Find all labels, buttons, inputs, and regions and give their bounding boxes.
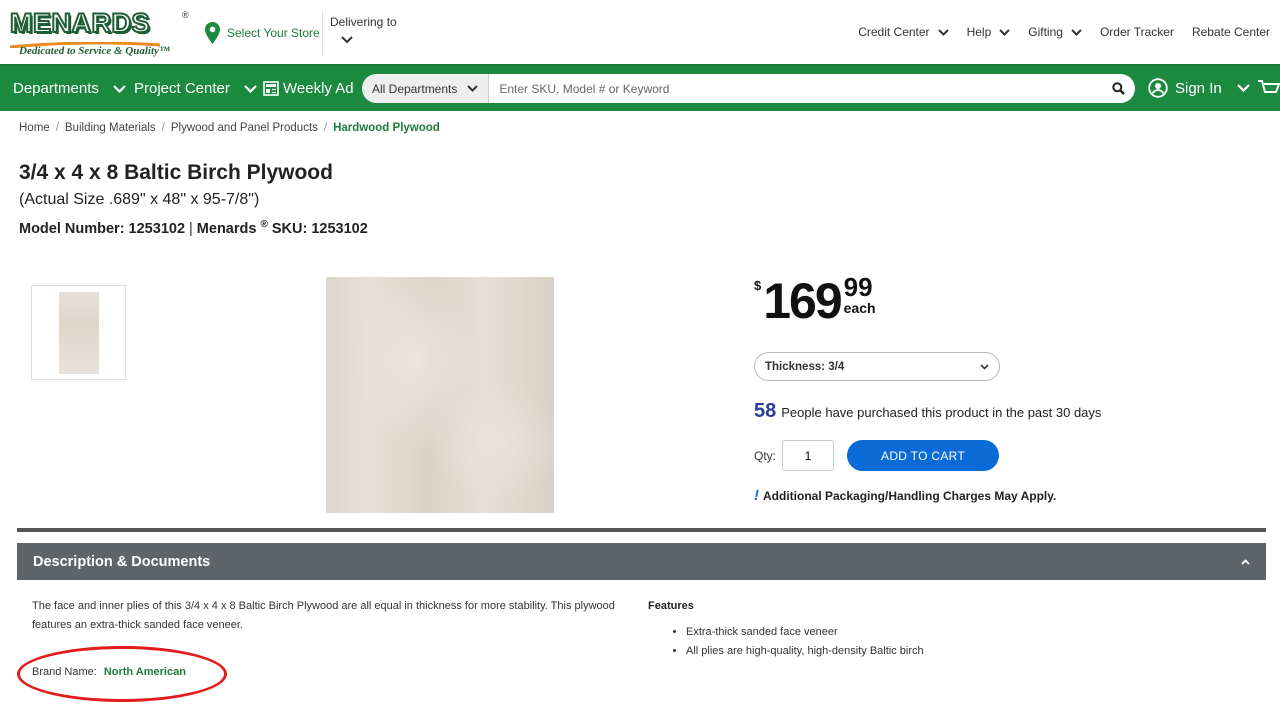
gifting-link[interactable]: Gifting [1028, 25, 1082, 39]
brand-value-link[interactable]: North American [104, 666, 186, 678]
price-currency: $ [754, 278, 762, 293]
alert-icon: ! [754, 487, 759, 504]
model-sku-line: Model Number: 1253102 | Menards ® SKU: 125… [19, 219, 368, 237]
menards-logo[interactable]: MENARDS ® Dedicated to Service & Quality… [9, 7, 189, 60]
logo-tagline: Dedicated to Service & Quality™ [19, 45, 170, 57]
search-department-select[interactable]: All Departments [362, 74, 490, 103]
price-unit: each [843, 300, 876, 316]
thumbnail-image [58, 291, 99, 374]
search-icon [1111, 82, 1125, 95]
project-center-menu[interactable]: Project Center [134, 80, 257, 97]
product-title: 3/4 x 4 x 8 Baltic Birch Plywood [19, 161, 333, 184]
section-divider [17, 528, 1266, 532]
rebate-center-link[interactable]: Rebate Center [1192, 25, 1270, 39]
logo-wordmark: MENARDS [9, 7, 151, 39]
product-price: $ 169 99 each [754, 274, 876, 328]
features-list-section: Features Extra-thick sanded face veneer … [648, 597, 924, 661]
qty-label: Qty: [754, 448, 777, 463]
delivering-to-label[interactable]: Delivering to [330, 15, 397, 29]
menards-label: Menards [196, 220, 257, 237]
location-pin-icon [205, 22, 220, 44]
description-accordion-header[interactable]: Description & Documents [17, 543, 1266, 580]
features-heading: Features [648, 600, 694, 612]
chevron-down-icon [980, 363, 989, 370]
sku-number: SKU: 1253102 [271, 220, 368, 237]
purchase-count-message: 58 People have purchased this product in… [754, 400, 1101, 423]
description-heading: Description & Documents [33, 553, 211, 570]
order-tracker-link[interactable]: Order Tracker [1100, 25, 1174, 39]
breadcrumb-separator: / [161, 122, 165, 134]
price-dollars: 169 [763, 273, 842, 329]
breadcrumb-home[interactable]: Home [19, 122, 50, 134]
chevron-down-icon [999, 28, 1010, 36]
search-bar: All Departments [362, 74, 1135, 103]
thickness-label: Thickness: 3/4 [765, 360, 845, 373]
user-account-icon [1148, 78, 1168, 98]
newspaper-icon [263, 81, 279, 96]
header-divider [322, 12, 323, 54]
breadcrumb-building-materials[interactable]: Building Materials [65, 122, 156, 134]
feature-item: All plies are high-quality, high-density… [686, 642, 924, 661]
price-cents: 99 [843, 272, 873, 302]
purchase-count: 58 [754, 400, 777, 422]
chevron-down-icon [1236, 84, 1250, 92]
cart-icon[interactable] [1258, 79, 1280, 99]
brand-label: Brand Name: [32, 666, 97, 678]
features-list: Extra-thick sanded face veneer All plies… [686, 623, 924, 661]
chevron-down-icon [937, 28, 949, 36]
top-bar: MENARDS ® Dedicated to Service & Quality… [0, 0, 1280, 64]
breadcrumb-separator: / [55, 122, 59, 134]
product-main-image[interactable] [326, 277, 554, 513]
quantity-input[interactable] [782, 440, 835, 471]
chevron-down-icon [244, 84, 257, 93]
handling-notice: ! Additional Packaging/Handling Charges … [754, 487, 1056, 504]
logo-registered-mark: ® [182, 10, 189, 20]
select-store-label: Select Your Store [227, 26, 320, 40]
chevron-down-icon [467, 85, 479, 92]
departments-menu[interactable]: Departments [13, 80, 126, 97]
credit-center-link[interactable]: Credit Center [858, 25, 949, 39]
breadcrumb-plywood-panel[interactable]: Plywood and Panel Products [171, 122, 318, 134]
select-store-link[interactable]: Select Your Store [205, 22, 320, 44]
handling-text: Additional Packaging/Handling Charges Ma… [763, 488, 1057, 503]
purchase-count-text: People have purchased this product in th… [781, 405, 1102, 420]
registered-mark: ® [260, 219, 268, 230]
search-button[interactable] [1101, 74, 1135, 103]
model-number: Model Number: 1253102 [19, 220, 186, 237]
chevron-up-icon [1241, 558, 1250, 565]
search-input[interactable] [489, 81, 1101, 96]
feature-item: Extra-thick sanded face veneer [686, 623, 924, 642]
thickness-select[interactable]: Thickness: 3/4 [754, 352, 1000, 381]
quantity-row: Qty: ADD TO CART [754, 440, 1000, 471]
weekly-ad-link[interactable]: Weekly Ad [263, 80, 354, 97]
breadcrumb-separator: / [323, 122, 328, 134]
chevron-down-icon[interactable] [341, 36, 353, 44]
main-nav-bar: Departments Project Center Weekly Ad All… [0, 64, 1280, 111]
actual-size: (Actual Size .689" x 48" x 95-7/8") [19, 191, 260, 208]
brand-name-row: Brand Name: North American [32, 666, 186, 678]
sign-in-menu[interactable]: Sign In [1148, 78, 1250, 98]
description-body: The face and inner plies of this 3/4 x 4… [32, 600, 615, 631]
chevron-down-icon [1071, 28, 1082, 36]
product-thumbnail[interactable] [31, 285, 126, 380]
add-to-cart-button[interactable]: ADD TO CART [847, 440, 1000, 471]
top-utility-nav: Credit Center Help Gifting Order Tracker… [858, 25, 1270, 39]
chevron-down-icon [113, 84, 126, 93]
breadcrumb: Home / Building Materials / Plywood and … [19, 122, 440, 134]
breadcrumb-current[interactable]: Hardwood Plywood [333, 122, 440, 134]
help-link[interactable]: Help [967, 25, 1011, 39]
